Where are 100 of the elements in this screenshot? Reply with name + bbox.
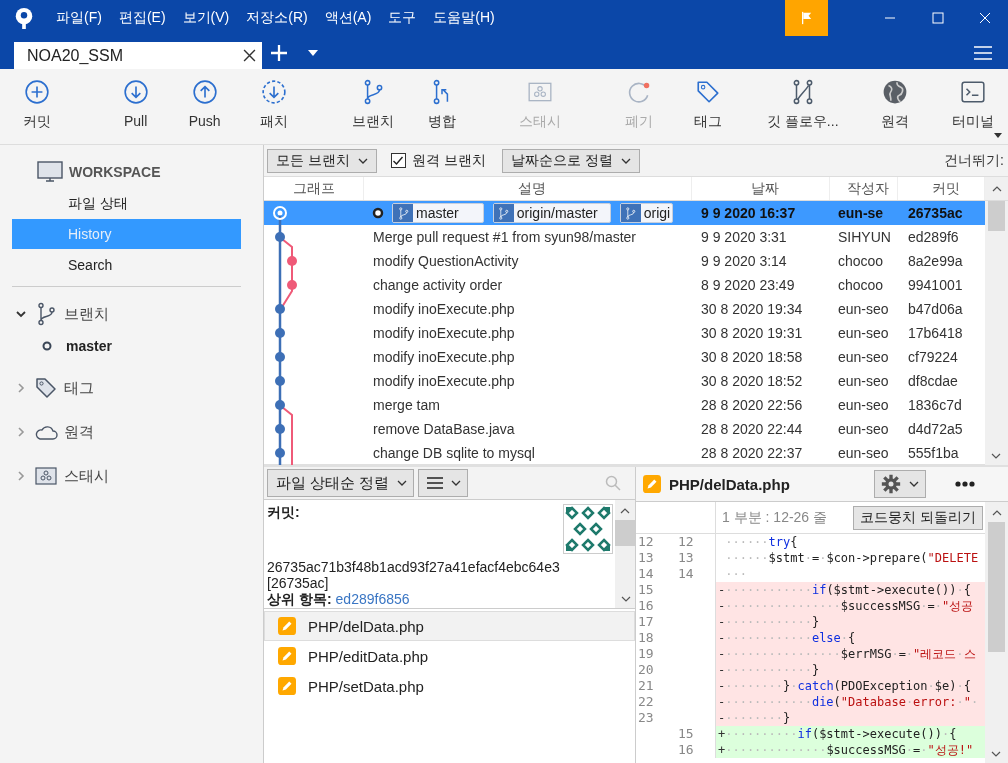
commit-row[interactable]: modify inoExecute.php 30 8 2020 19:34 eun-seo b47d06a bbox=[264, 297, 985, 321]
sidebar-item[interactable]: Search bbox=[12, 250, 241, 280]
column-header[interactable]: 설명 bbox=[364, 177, 692, 200]
scrollbar-thumb[interactable] bbox=[988, 522, 1005, 652]
commit-row[interactable]: merge tam 28 8 2020 22:56 eun-seo 1836c7d bbox=[264, 393, 985, 417]
parent-commit-link[interactable]: ed289f6856 bbox=[335, 591, 410, 608]
more-icon bbox=[955, 481, 975, 487]
sidebar-group[interactable]: 원격 bbox=[12, 417, 263, 447]
chevron-down-icon bbox=[909, 481, 919, 487]
commit-row[interactable]: change activity order 8 9 2020 23:49 chocoo 9941001 bbox=[264, 273, 985, 297]
branch-name: origin/master bbox=[515, 205, 599, 221]
column-header[interactable]: 그래프 bbox=[264, 177, 364, 200]
file-item[interactable]: PHP/delData.php bbox=[264, 611, 635, 641]
commit-row[interactable]: master origin/master origi 9 9 2020 16:37 eun-se 26735ac bbox=[264, 201, 985, 225]
scroll-up-icon[interactable] bbox=[620, 508, 630, 514]
view-mode-dropdown[interactable] bbox=[418, 469, 469, 497]
revert-hunk-button[interactable]: 코드뭉치 되돌리기 bbox=[853, 505, 983, 530]
toolbar-button[interactable]: 깃 플로우... bbox=[755, 79, 851, 145]
scroll-up-icon[interactable] bbox=[991, 510, 1002, 516]
commit-row[interactable]: modify inoExecute.php 30 8 2020 19:31 eun-seo 17b6418 bbox=[264, 321, 985, 345]
scrollbar-thumb[interactable] bbox=[988, 201, 1005, 231]
line-number: 21 bbox=[637, 678, 655, 694]
file-item[interactable]: PHP/setData.php bbox=[264, 671, 635, 701]
scrollbar-thumb[interactable] bbox=[615, 520, 635, 546]
table-cell-text: change activity order bbox=[372, 277, 504, 293]
line-number: 15 bbox=[637, 582, 655, 598]
toolbar-button[interactable]: 병합 bbox=[407, 79, 477, 145]
list-icon bbox=[427, 477, 444, 489]
sidebar-group[interactable]: 스태시 bbox=[12, 461, 263, 491]
sidebar-group[interactable]: 태그 bbox=[12, 373, 263, 403]
diff-sign: - bbox=[718, 582, 726, 598]
scroll-up-icon[interactable] bbox=[991, 185, 1002, 192]
sidebar-item[interactable]: 파일 상태 bbox=[12, 188, 241, 218]
gear-icon bbox=[881, 474, 901, 494]
pencil-icon bbox=[278, 677, 296, 695]
table-cell-text: 1836c7d bbox=[907, 397, 963, 413]
column-header[interactable]: 작성자 bbox=[830, 177, 898, 200]
commit-row[interactable]: Merge pull request #1 from syun98/master 9 9 2020 3:31 SIHYUN ed289f6 bbox=[264, 225, 985, 249]
commit-row[interactable]: change DB sqlite to mysql 28 8 2020 22:37 eun-seo 555f1ba bbox=[264, 441, 985, 465]
scrollbar[interactable] bbox=[985, 502, 1008, 763]
menu-item[interactable]: 파일(F) bbox=[56, 9, 102, 27]
field-label: 상위 항목: bbox=[267, 591, 332, 608]
scrollbar[interactable] bbox=[615, 500, 635, 608]
branch-filter-dropdown[interactable]: 모든 브랜치 bbox=[267, 148, 377, 173]
branch-item[interactable]: master bbox=[42, 333, 263, 359]
file-item[interactable]: PHP/editData.php bbox=[264, 641, 635, 671]
toolbar-button[interactable]: Push bbox=[170, 79, 240, 145]
scroll-down-icon[interactable] bbox=[991, 751, 1001, 757]
table-cell-text: SIHYUN bbox=[837, 229, 892, 245]
overflow-caret-icon[interactable] bbox=[994, 133, 1002, 138]
toolbar-button[interactable]: 브랜치 bbox=[338, 79, 408, 145]
table-cell-text: d4d72a5 bbox=[907, 421, 964, 437]
commit-row[interactable]: modify inoExecute.php 30 8 2020 18:52 eun-seo df8cdae bbox=[264, 369, 985, 393]
menu-item[interactable]: 편집(E) bbox=[118, 9, 166, 27]
repo-tab[interactable]: NOA20_SSM bbox=[14, 42, 262, 69]
remote-branches-checkbox[interactable]: 원격 브랜치 bbox=[390, 151, 486, 170]
commit-row[interactable]: remove DataBase.java 28 8 2020 22:44 eun-seo d4d72a5 bbox=[264, 417, 985, 441]
table-cell-text: ed289f6 bbox=[907, 229, 960, 245]
table-cell-text: modify inoExecute.php bbox=[372, 325, 516, 341]
chevron-right-icon[interactable] bbox=[16, 427, 26, 437]
sidebar-group[interactable]: 브랜치 bbox=[12, 299, 263, 329]
line-number: 17 bbox=[637, 614, 655, 630]
toolbar-button[interactable]: 패치 bbox=[239, 79, 309, 145]
toolbar-button[interactable]: 원격 bbox=[850, 79, 939, 145]
chevron-down-icon[interactable] bbox=[16, 309, 26, 319]
branch-icon bbox=[624, 206, 638, 220]
field-label: 커밋: bbox=[267, 504, 300, 522]
caret-icon bbox=[308, 49, 318, 56]
table-cell-text: eun-seo bbox=[837, 325, 890, 341]
chevron-right-icon[interactable] bbox=[16, 471, 26, 481]
close-icon[interactable] bbox=[243, 49, 256, 62]
menu-item[interactable]: 액션(A) bbox=[324, 9, 372, 27]
chevron-right-icon[interactable] bbox=[16, 383, 26, 393]
commit-row[interactable]: modify QuestionActivity 9 9 2020 3:14 chocoo 8a2e99a bbox=[264, 249, 985, 273]
toolbar-button[interactable]: 터미널 bbox=[938, 79, 1008, 145]
table-cell-text: 9941001 bbox=[907, 277, 964, 293]
menu-item[interactable]: 보기(V) bbox=[182, 9, 230, 27]
code-text: ··············$successMSG·=·"성공!" bbox=[725, 742, 974, 758]
menu-item[interactable]: 도구 bbox=[388, 9, 417, 27]
table-cell-text: eun-seo bbox=[837, 397, 890, 413]
toolbar-button[interactable]: Pull bbox=[101, 79, 171, 145]
file-sort-dropdown[interactable]: 파일 상태순 정렬 bbox=[267, 469, 415, 497]
scrollbar[interactable] bbox=[985, 201, 1008, 465]
toolbar-button[interactable]: 커밋 bbox=[2, 79, 72, 145]
table-cell-text: modify inoExecute.php bbox=[372, 349, 516, 365]
column-header[interactable]: 날짜 bbox=[692, 177, 830, 200]
code-text: ········} bbox=[725, 710, 791, 726]
table-cell-text: 28 8 2020 22:44 bbox=[700, 421, 804, 437]
settings-dropdown[interactable] bbox=[874, 470, 926, 498]
jump-label: 건너뛰기: bbox=[944, 151, 1004, 170]
scroll-down-icon[interactable] bbox=[621, 596, 631, 602]
menu-item[interactable]: 저장소(R) bbox=[246, 9, 308, 27]
menu-item[interactable]: 도움말(H) bbox=[433, 9, 495, 27]
code-text: ················$errMSG·=·"레코드·스 bbox=[725, 646, 976, 662]
table-cell-text: eun-seo bbox=[837, 445, 890, 461]
sort-dropdown[interactable]: 날짜순으로 정렬 bbox=[501, 148, 640, 173]
toolbar-button[interactable]: 태그 bbox=[673, 79, 743, 145]
table-cell-text: chocoo bbox=[837, 277, 885, 293]
commit-row[interactable]: modify inoExecute.php 30 8 2020 18:58 eun-seo cf79224 bbox=[264, 345, 985, 369]
scroll-down-icon[interactable] bbox=[991, 453, 1001, 459]
